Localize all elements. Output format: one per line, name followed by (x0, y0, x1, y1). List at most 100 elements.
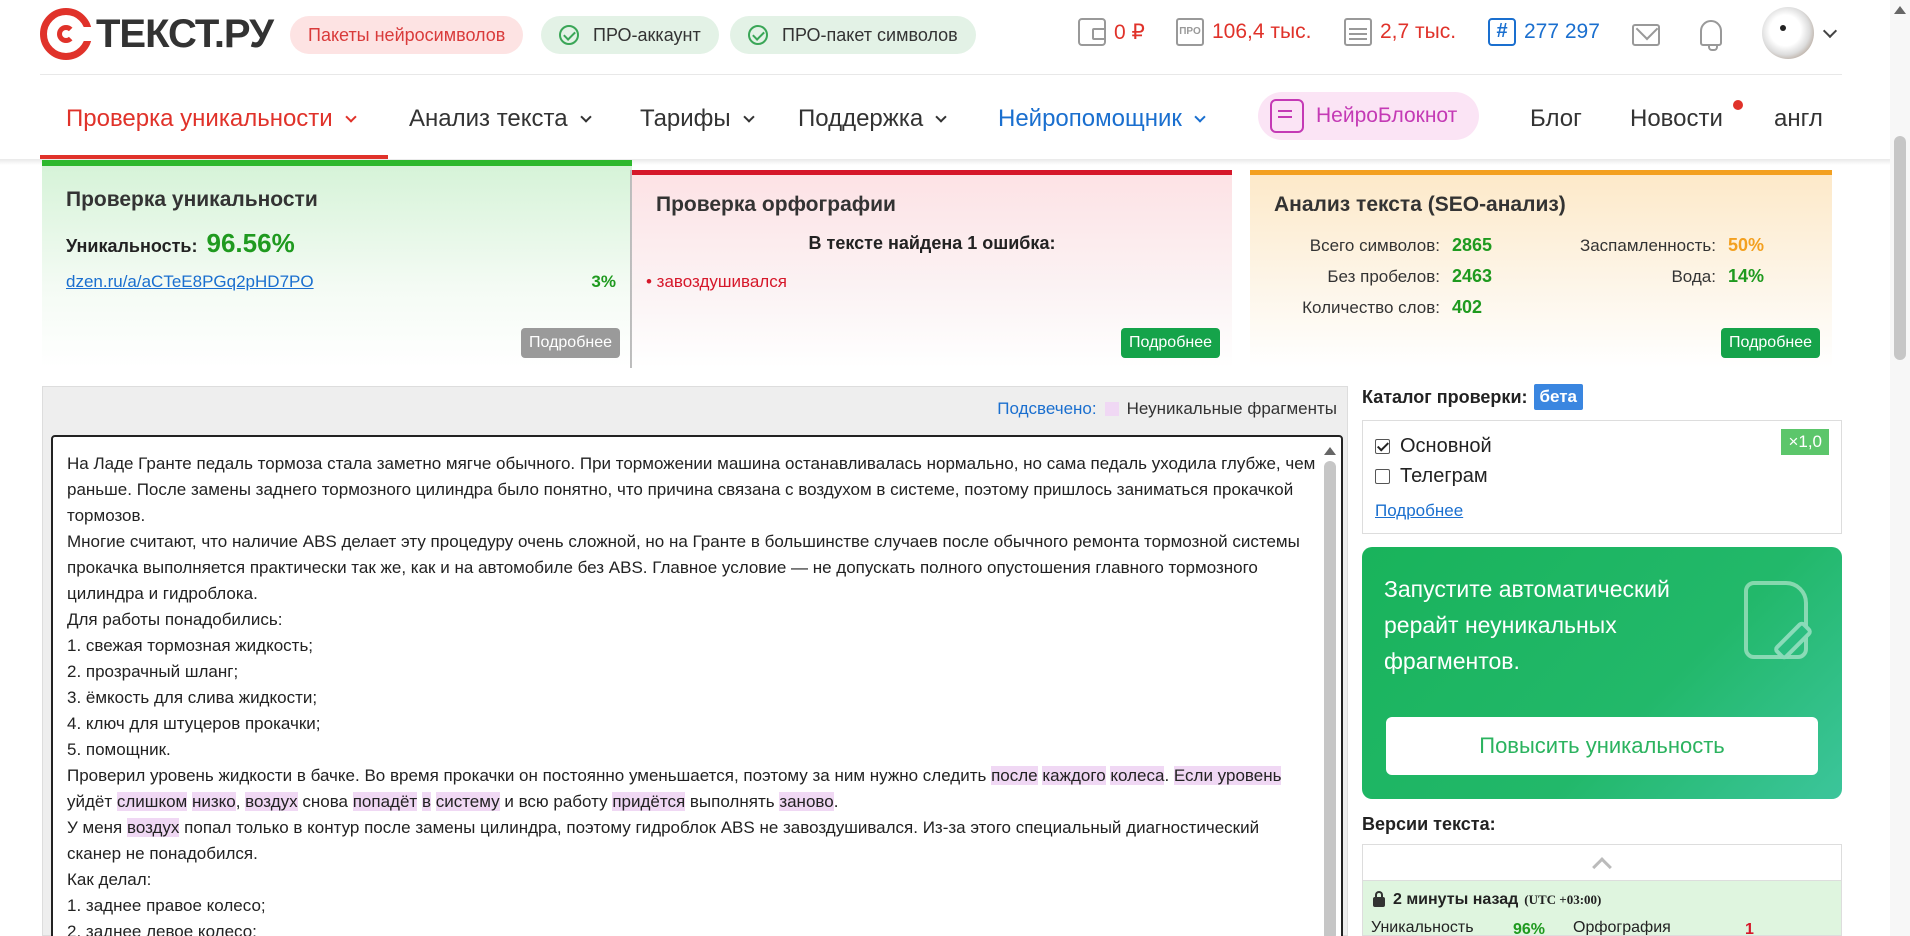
versions-scroll-up[interactable] (1363, 845, 1841, 881)
main-nav: Проверка уникальности Анализ текста Тари… (40, 75, 1842, 159)
balance-stat[interactable]: 0 ₽ (1078, 18, 1145, 46)
catalog-option-telegram[interactable]: Телеграм (1375, 465, 1488, 488)
scroll-up-arrow-icon[interactable] (1324, 447, 1336, 455)
scroll-up-arrow-icon[interactable] (1894, 6, 1906, 14)
nav-item-lang[interactable]: англ (1774, 105, 1823, 133)
logo-mark (40, 8, 94, 60)
logo-text: ТЕКСТ.РУ (96, 11, 274, 56)
nav-item-label: Поддержка (798, 105, 924, 132)
text-paragraph: 2. прозрачный шланг; (67, 662, 239, 681)
editor-scrollbar[interactable] (1323, 445, 1337, 936)
pro-account-pill[interactable]: ПРО-аккаунт (541, 16, 719, 54)
nonunique-fragment[interactable]: слишком (116, 792, 188, 811)
seo-water-value: 14% (1728, 266, 1765, 286)
catalog-option-main[interactable]: Основной (1375, 435, 1492, 458)
page-scroll-thumb[interactable] (1894, 136, 1906, 360)
text-fragment: . (1164, 766, 1174, 785)
pro-icon: ПРО (1176, 18, 1204, 46)
text-fragment: Проверил уровень жидкости в бачке. Во вр… (67, 766, 992, 785)
seo-words-value: 402 (1452, 297, 1483, 317)
text-paragraph: Как делал: (67, 870, 152, 889)
uniqueness-line: Уникальность: 96.56% (66, 228, 295, 259)
page-scrollbar[interactable] (1890, 0, 1910, 936)
seo-water-label: Вода: (1671, 267, 1716, 286)
nonunique-fragment[interactable]: воздух (245, 792, 298, 811)
calendar-icon (1344, 18, 1372, 46)
nonunique-fragment[interactable]: после (991, 766, 1038, 785)
version-orth-value: 1 (1745, 921, 1754, 936)
balance-value: 0 ₽ (1114, 20, 1145, 44)
version-orth-label: Орфография (1573, 919, 1671, 936)
catalog-more-link[interactable]: Подробнее (1375, 501, 1463, 521)
seo-water-row: Вода: 14% (1550, 266, 1764, 287)
chevron-down-icon (579, 110, 592, 123)
bell-icon[interactable] (1700, 20, 1722, 51)
logo[interactable]: ТЕКСТ.РУ (40, 8, 274, 60)
nav-item-label: Новости (1630, 105, 1723, 132)
mail-icon[interactable] (1632, 24, 1660, 46)
nonunique-fragment[interactable]: попадёт (352, 792, 418, 811)
neuro-packs-label: Пакеты нейросимволов (308, 24, 506, 45)
checkbox-main[interactable] (1375, 439, 1390, 454)
source-link[interactable]: dzen.ru/a/aCTeE8PGq2pHD7PO (66, 272, 314, 292)
version-timezone: (UTC +03:00) (1524, 892, 1602, 907)
version-item[interactable]: 2 минуты назад (UTC +03:00) Уникальность… (1363, 881, 1841, 936)
nonunique-fragment[interactable]: низко (191, 792, 236, 811)
highlight-legend-label[interactable]: Подсвечено: (997, 399, 1096, 419)
nonunique-fragment[interactable]: заново (779, 792, 834, 811)
nonunique-fragment[interactable]: колеса (1110, 766, 1165, 785)
seo-nospace-label: Без пробелов: (1327, 267, 1440, 286)
nonunique-fragment[interactable]: Если уровень (1173, 766, 1282, 785)
nav-item-label: Блог (1530, 105, 1582, 132)
spelling-more-button[interactable]: Подробнее (1121, 328, 1220, 358)
nav-item-uniqueness[interactable]: Проверка уникальности (66, 105, 357, 133)
nav-item-analysis[interactable]: Анализ текста (409, 105, 592, 133)
versions-title: Версии текста: (1362, 814, 1496, 834)
text-fragment: У меня (67, 818, 127, 837)
pro-chars-value: 106,4 тыс. (1212, 20, 1312, 43)
nav-item-label: Анализ текста (409, 105, 568, 132)
calendar-chars-stat[interactable]: 2,7 тыс. (1344, 18, 1456, 46)
uniqueness-more-button[interactable]: Подробнее (521, 328, 620, 358)
nonunique-fragment[interactable]: каждого (1042, 766, 1106, 785)
nonunique-fragment[interactable]: систему (435, 792, 500, 811)
pro-chars-stat[interactable]: ПРО 106,4 тыс. (1176, 18, 1311, 46)
text-editor[interactable]: На Ладе Гранте педаль тормоза стала заме… (51, 435, 1343, 936)
card-title: Проверка уникальности (66, 188, 318, 211)
nonunique-fragment[interactable]: в (421, 792, 431, 811)
nav-item-tariffs[interactable]: Тарифы (640, 105, 755, 133)
seo-words-label: Количество слов: (1302, 298, 1440, 317)
neuro-packs-pill[interactable]: Пакеты нейросимволов (290, 16, 524, 54)
version-uniq-value: 96% (1513, 921, 1546, 936)
editor-scroll-thumb[interactable] (1324, 461, 1336, 936)
nav-item-blog[interactable]: Блог (1530, 105, 1582, 133)
document-edit-icon (1744, 581, 1808, 659)
nonunique-fragment[interactable]: воздух (126, 818, 180, 837)
spelling-error-item[interactable]: • завоздушивался (646, 272, 787, 292)
check-circle-icon (748, 25, 768, 45)
catalog-option-label: Основной (1400, 435, 1492, 457)
text-paragraph: 1. свежая тормозная жидкость; (67, 636, 314, 655)
beta-badge: бета (1533, 384, 1584, 410)
nav-item-label: НейроБлокнот (1316, 104, 1458, 127)
nav-item-neuro-helper[interactable]: Нейропомощник (998, 105, 1206, 133)
increase-uniqueness-button[interactable]: Повысить уникальность (1386, 717, 1818, 775)
news-notification-dot (1733, 100, 1743, 110)
checkbox-telegram[interactable] (1375, 469, 1390, 484)
avatar[interactable] (1762, 7, 1814, 59)
text-fragment: и всю работу (499, 792, 613, 811)
editor-content[interactable]: На Ладе Гранте педаль тормоза стала заме… (67, 451, 1317, 936)
pro-package-pill[interactable]: ПРО-пакет символов (730, 16, 976, 54)
text-paragraph: 2. заднее левое колесо; (67, 922, 257, 936)
hash-stat[interactable]: # 277 297 (1488, 18, 1600, 46)
seo-more-button[interactable]: Подробнее (1721, 328, 1820, 358)
nonunique-fragment[interactable]: придётся (612, 792, 686, 811)
chevron-down-icon[interactable] (1822, 23, 1838, 39)
nav-item-neuro-notebook[interactable]: НейроБлокнот (1258, 92, 1480, 140)
nav-item-support[interactable]: Поддержка (798, 105, 947, 133)
nav-item-news[interactable]: Новости (1630, 105, 1723, 133)
versions-list: 2 минуты назад (UTC +03:00) Уникальность… (1362, 844, 1842, 936)
nav-item-label: Проверка уникальности (66, 105, 333, 132)
version-time: 2 минуты назад (UTC +03:00) (1373, 891, 1601, 909)
text-paragraph: На Ладе Гранте педаль тормоза стала заме… (67, 454, 1316, 525)
